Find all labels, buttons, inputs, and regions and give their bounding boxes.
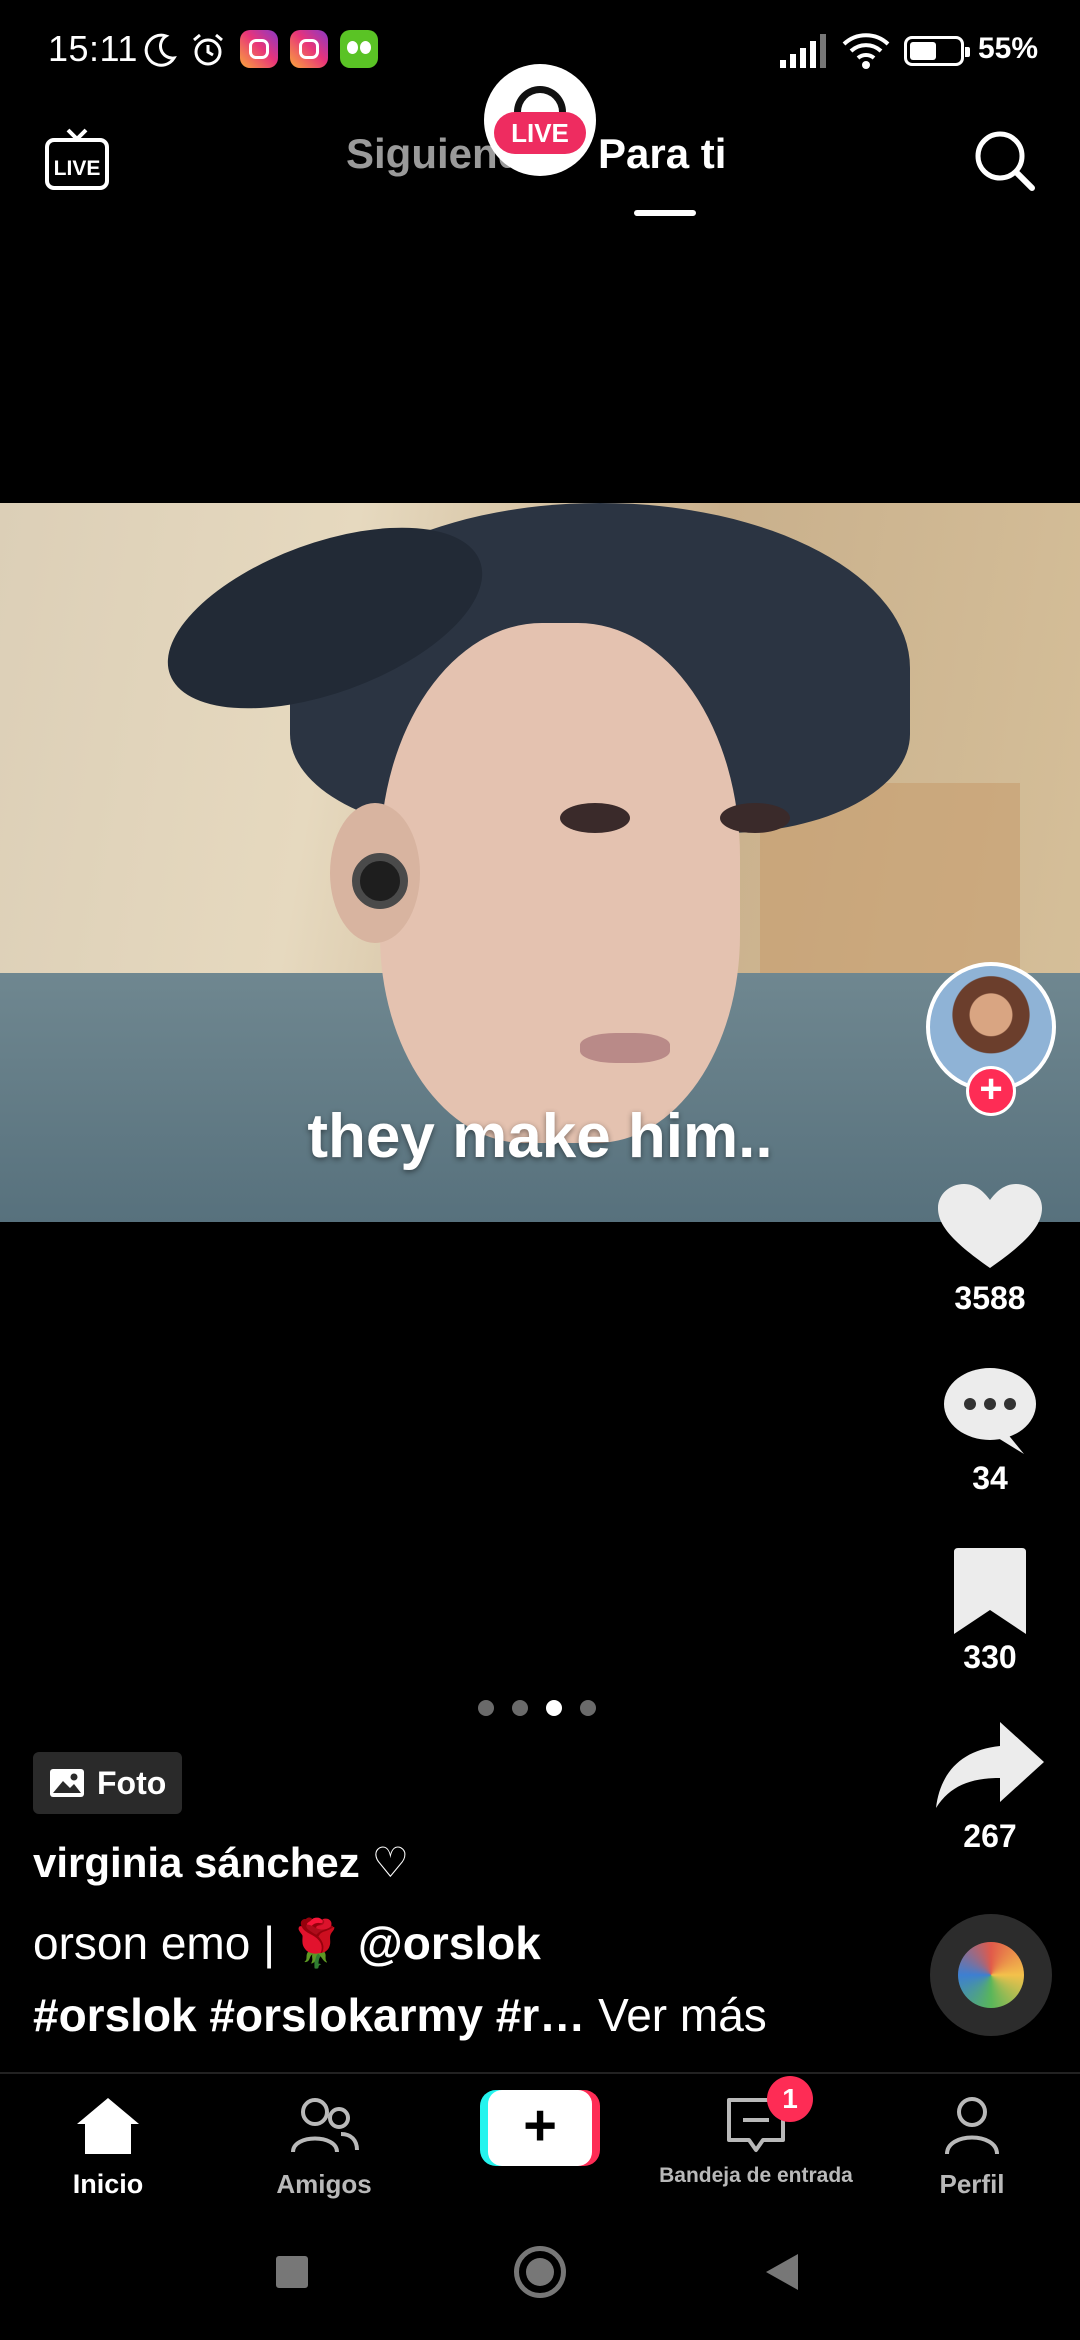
like-count: 3588 (954, 1280, 1026, 1316)
comment-button[interactable] (930, 1362, 1050, 1458)
search-icon[interactable] (970, 126, 1038, 194)
wifi-icon (842, 33, 890, 69)
hashtags-line: #orslok #orslokarmy #r… Ver más (33, 1988, 767, 2042)
heart-icon (938, 1184, 1042, 1268)
duolingo-icon (340, 30, 378, 68)
nav-inbox-label: Bandeja de entrada (659, 2164, 853, 2187)
comment-icon (944, 1368, 1036, 1454)
instagram-icon (240, 30, 278, 68)
bookmark-icon (954, 1548, 1026, 1634)
description-text: orson emo | 🌹 (33, 1917, 358, 1969)
signal-icon (780, 34, 826, 68)
hashtags-text[interactable]: #orslok #orslokarmy #r… (33, 1989, 585, 2041)
save-button[interactable] (930, 1544, 1050, 1640)
home-icon (77, 2098, 139, 2154)
like-button[interactable] (930, 1180, 1050, 1276)
save-count: 330 (963, 1639, 1017, 1675)
back-button[interactable] (766, 2254, 798, 2290)
plus-icon: + (488, 2090, 592, 2166)
live-badge: LIVE (494, 112, 586, 154)
comment-count: 34 (972, 1460, 1008, 1496)
active-tab-indicator (634, 210, 696, 216)
live-bubble[interactable]: LIVE (484, 64, 596, 176)
carousel-dot (478, 1700, 494, 1716)
music-disc[interactable] (930, 1914, 1052, 2036)
battery-level (910, 42, 936, 60)
carousel-dot (580, 1700, 596, 1716)
recents-button[interactable] (276, 2256, 308, 2288)
carousel-indicator (478, 1700, 596, 1716)
photo-chip-label: Foto (97, 1764, 167, 1801)
instagram-icon (290, 30, 328, 68)
battery-icon (904, 36, 970, 66)
nav-home[interactable]: Inicio (0, 2094, 216, 2200)
create-button[interactable]: + (480, 2090, 600, 2166)
home-button[interactable] (514, 2246, 566, 2298)
live-tv-button[interactable]: LIVE (44, 126, 110, 192)
nav-profile[interactable]: Perfil (864, 2094, 1080, 2200)
tab-for-you[interactable]: Para ti (598, 130, 726, 178)
nav-friends[interactable]: Amigos (216, 2094, 432, 2200)
bottom-nav: Inicio Amigos + 1 Bandeja de entrada Per (0, 2072, 1080, 2222)
nav-home-label: Inicio (72, 2169, 144, 2199)
nav-profile-label: Perfil (939, 2169, 1005, 2199)
follow-button[interactable]: + (966, 1066, 1016, 1116)
share-button[interactable] (930, 1718, 1050, 1814)
creator-username[interactable]: virginia sánchez ♡ (33, 1838, 409, 1887)
alarm-icon (193, 33, 223, 66)
nav-friends-label: Amigos (276, 2169, 372, 2199)
profile-icon (945, 2097, 999, 2155)
status-time: 15:11 (48, 28, 138, 69)
friends-icon (291, 2098, 359, 2153)
music-cover (958, 1942, 1024, 2008)
battery-percent: 55% (978, 32, 1039, 65)
carousel-dot (512, 1700, 528, 1716)
see-more-link[interactable]: Ver más (598, 1989, 767, 2041)
system-nav-bar (0, 2222, 1080, 2340)
photo-type-chip: Foto (33, 1752, 183, 1814)
moon-icon (144, 33, 177, 67)
post-description: orson emo | 🌹 @orslok (33, 1916, 541, 1971)
nav-inbox[interactable]: 1 Bandeja de entrada (648, 2076, 864, 2188)
photo-caption: they make him.. (307, 1102, 773, 1171)
mention-link[interactable]: @orslok (358, 1917, 541, 1969)
share-arrow-icon (936, 1722, 1044, 1808)
inbox-badge: 1 (767, 2076, 813, 2122)
live-tv-label: LIVE (54, 157, 101, 180)
photo-icon (50, 1769, 84, 1797)
share-count: 267 (963, 1818, 1017, 1854)
carousel-dot (546, 1700, 562, 1716)
post-photo[interactable]: they make him.. (0, 503, 1080, 1222)
